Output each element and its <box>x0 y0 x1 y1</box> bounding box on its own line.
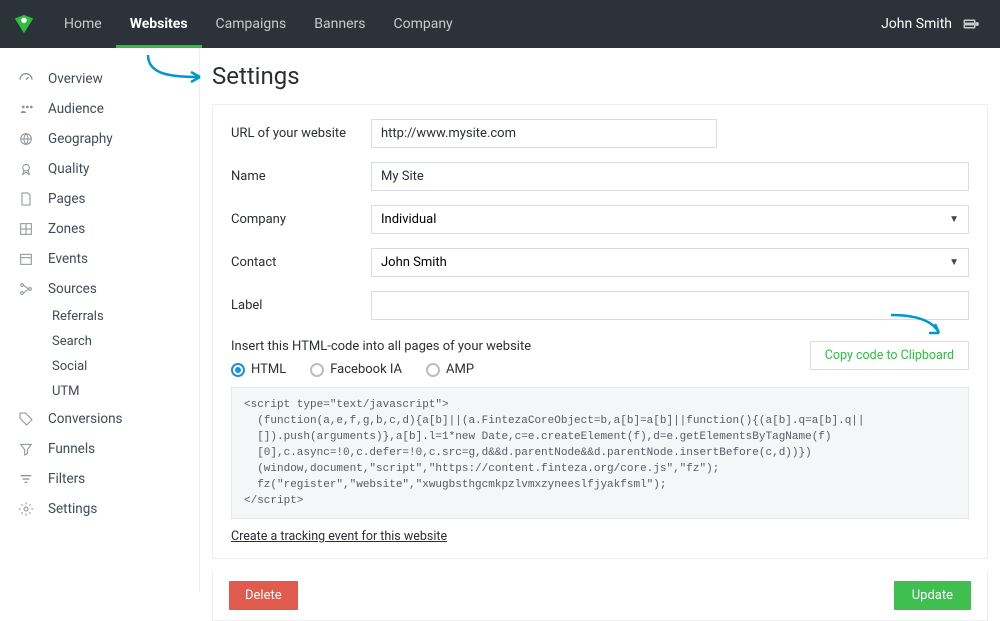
gauge-icon <box>18 71 34 87</box>
sidebar: Overview Audience Geography Quality Page… <box>0 48 200 592</box>
copy-code-button[interactable]: Copy code to Clipboard <box>810 341 969 370</box>
code-heading: Insert this HTML-code into all pages of … <box>213 333 810 358</box>
name-label: Name <box>231 169 371 184</box>
radio-dot-icon <box>310 363 324 377</box>
sidebar-item-geography[interactable]: Geography <box>0 124 199 154</box>
sidebar-item-quality[interactable]: Quality <box>0 154 199 184</box>
sidebar-item-conversions[interactable]: Conversions <box>0 404 199 434</box>
user-settings-icon <box>962 15 980 33</box>
sources-icon <box>18 281 34 297</box>
calendar-icon <box>18 251 34 267</box>
user-name: John Smith <box>881 16 952 32</box>
topnav-home[interactable]: Home <box>50 3 116 48</box>
badge-icon <box>18 161 34 177</box>
code-box[interactable]: <script type="text/javascript"> (functio… <box>231 387 969 519</box>
sidebar-item-pages[interactable]: Pages <box>0 184 199 214</box>
page-icon <box>18 191 34 207</box>
sidebar-sub-social[interactable]: Social <box>0 354 199 379</box>
label-label: Label <box>231 298 371 313</box>
topnav-websites[interactable]: Websites <box>116 3 202 48</box>
radio-html[interactable]: HTML <box>231 362 286 377</box>
delete-button[interactable]: Delete <box>229 581 298 610</box>
sidebar-sub-referrals[interactable]: Referrals <box>0 304 199 329</box>
url-label: URL of your website <box>231 126 371 141</box>
settings-panel: URL of your website Name Company Individ… <box>212 104 988 559</box>
topnav-company[interactable]: Company <box>379 3 466 48</box>
panel-footer: Delete Update <box>212 571 988 621</box>
sidebar-item-audience[interactable]: Audience <box>0 94 199 124</box>
topnav: Home Websites Campaigns Banners Company <box>50 0 467 48</box>
sidebar-item-settings[interactable]: Settings <box>0 494 199 524</box>
page-title: Settings <box>200 48 1000 104</box>
company-label: Company <box>231 212 371 227</box>
radio-facebook-ia[interactable]: Facebook IA <box>310 362 402 377</box>
sidebar-item-events[interactable]: Events <box>0 244 199 274</box>
topnav-banners[interactable]: Banners <box>300 3 379 48</box>
chevron-down-icon: ▼ <box>949 214 959 225</box>
sidebar-item-zones[interactable]: Zones <box>0 214 199 244</box>
sidebar-sub-search[interactable]: Search <box>0 329 199 354</box>
name-input[interactable] <box>371 162 969 191</box>
zone-icon <box>18 221 34 237</box>
tag-icon <box>18 411 34 427</box>
chevron-down-icon: ▼ <box>949 257 959 268</box>
radio-dot-icon <box>231 363 245 377</box>
contact-label: Contact <box>231 255 371 270</box>
filter-lines-icon <box>18 471 34 487</box>
radio-dot-icon <box>426 363 440 377</box>
sidebar-sub-utm[interactable]: UTM <box>0 379 199 404</box>
sidebar-item-sources[interactable]: Sources <box>0 274 199 304</box>
logo-icon <box>12 12 36 36</box>
sidebar-item-funnels[interactable]: Funnels <box>0 434 199 464</box>
company-select[interactable]: Individual ▼ <box>371 205 969 234</box>
create-tracking-event-link[interactable]: Create a tracking event for this website <box>231 529 447 544</box>
globe-icon <box>18 131 34 147</box>
label-input[interactable] <box>371 291 969 320</box>
people-icon <box>18 101 34 117</box>
url-input[interactable] <box>371 119 717 148</box>
radio-amp[interactable]: AMP <box>426 362 474 377</box>
update-button[interactable]: Update <box>894 581 971 610</box>
contact-select[interactable]: John Smith ▼ <box>371 248 969 277</box>
gear-icon <box>18 501 34 517</box>
sidebar-item-filters[interactable]: Filters <box>0 464 199 494</box>
funnel-icon <box>18 441 34 457</box>
topnav-campaigns[interactable]: Campaigns <box>202 3 301 48</box>
code-format-radios: HTML Facebook IA AMP <box>213 358 810 387</box>
sidebar-item-overview[interactable]: Overview <box>0 64 199 94</box>
topbar: Home Websites Campaigns Banners Company … <box>0 0 1000 48</box>
user-menu[interactable]: John Smith <box>881 15 980 33</box>
